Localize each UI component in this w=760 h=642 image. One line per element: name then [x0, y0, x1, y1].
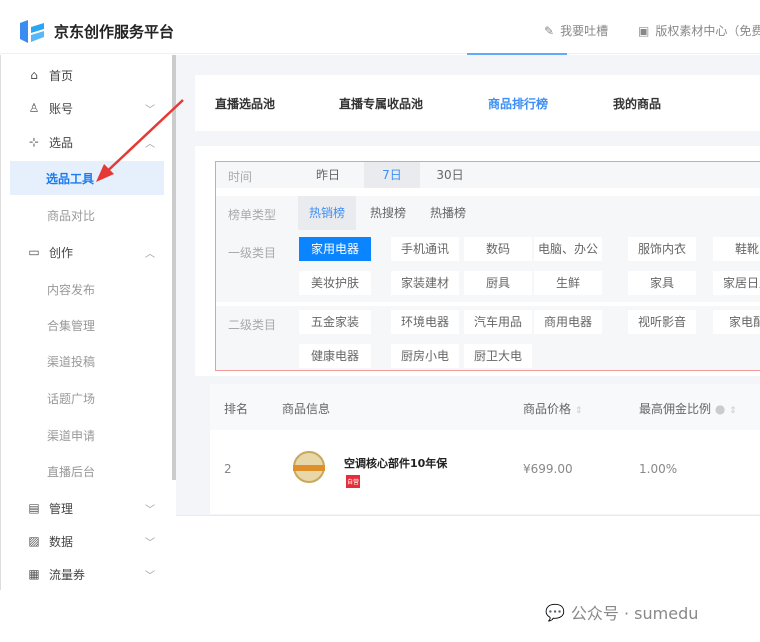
- chevron-down-icon[interactable]: ﹀: [145, 567, 155, 582]
- watermark-text: 公众号 · sumedu: [570, 604, 699, 623]
- sidebar-item-13[interactable]: ▨ 数据 ﹀: [1, 526, 173, 556]
- sidebar-item-label: 选品工具: [46, 171, 95, 186]
- brand-title: 京东创作服务平台: [54, 23, 175, 41]
- scan-icon: ⊹: [28, 135, 40, 149]
- image-icon: ▣: [638, 23, 650, 38]
- list-icon: ▤: [28, 501, 40, 515]
- feedback-label: 我要吐槽: [560, 24, 609, 38]
- sort-icon[interactable]: ⇕: [729, 406, 737, 416]
- sidebar-item-3[interactable]: 选品工具: [10, 161, 164, 195]
- sidebar-item-0[interactable]: ⌂ 首页: [1, 60, 173, 90]
- chevron-down-icon[interactable]: ﹀: [145, 534, 155, 549]
- tab-my-products[interactable]: 我的商品: [613, 95, 661, 112]
- sidebar-item-label: 商品对比: [47, 208, 96, 223]
- sidebar-item-1[interactable]: ♙ 账号 ﹀: [1, 93, 173, 123]
- sidebar-item-label: 流量券: [49, 567, 86, 582]
- chevron-down-icon[interactable]: ﹀: [145, 501, 155, 516]
- header: 京东创作服务平台 ✎ 我要吐槽 ▣ 版权素材中心（免费: [0, 0, 760, 54]
- sidebar-item-7[interactable]: 合集管理: [1, 310, 173, 340]
- header-commission[interactable]: 最高佣金比例 ● ⇕: [639, 400, 737, 417]
- product-thumbnail: [293, 451, 325, 483]
- price-cell: ¥699.00: [523, 462, 573, 476]
- sidebar-item-label: 首页: [49, 68, 74, 83]
- sidebar-item-5[interactable]: ▭ 创作 ︿: [1, 237, 173, 267]
- sidebar-item-4[interactable]: 商品对比: [1, 200, 173, 230]
- ranking-table: 排名 商品信息 商品价格 ⇕ 最高佣金比例 ● ⇕ 2 空调核心部件10年保 自…: [210, 384, 760, 514]
- header-price[interactable]: 商品价格 ⇕: [523, 400, 582, 417]
- table-header: 排名 商品信息 商品价格 ⇕ 最高佣金比例 ● ⇕: [210, 384, 760, 430]
- sidebar-item-9[interactable]: 话题广场: [1, 383, 173, 413]
- home-icon: ⌂: [30, 68, 38, 82]
- sidebar-item-label: 创作: [49, 245, 74, 260]
- folder-icon: ▭: [28, 245, 40, 259]
- pencil-icon: ✎: [544, 23, 555, 38]
- chevron-down-icon[interactable]: ﹀: [145, 101, 155, 116]
- bottom-panel: [176, 515, 760, 590]
- annotation-highlight-box: [215, 161, 760, 371]
- tab-live-exclusive-pool[interactable]: 直播专属收品池: [339, 95, 423, 112]
- sidebar-item-label: 数据: [49, 534, 74, 549]
- commission-header-label: 最高佣金比例: [639, 402, 712, 416]
- watermark: 💬 公众号 · sumedu: [545, 600, 698, 624]
- sidebar-item-label: 内容发布: [47, 282, 96, 297]
- sidebar-item-14[interactable]: ▦ 流量券 ﹀: [1, 559, 173, 589]
- help-icon[interactable]: ●: [715, 402, 725, 416]
- sidebar-item-label: 选品: [49, 135, 74, 150]
- commission-cell: 1.00%: [639, 462, 678, 476]
- feedback-link[interactable]: ✎ 我要吐槽: [544, 22, 608, 39]
- ticket-icon: ▦: [28, 567, 40, 581]
- active-tab-indicator: [467, 53, 567, 55]
- wechat-icon: 💬: [545, 602, 565, 622]
- sort-icon[interactable]: ⇕: [575, 406, 583, 416]
- sidebar-item-label: 话题广场: [47, 391, 96, 406]
- tab-live-pool[interactable]: 直播选品池: [215, 95, 275, 112]
- copyright-label: 版权素材中心（免费: [655, 24, 760, 38]
- sidebar-item-2[interactable]: ⊹ 选品 ︿: [1, 127, 173, 157]
- sidebar-item-8[interactable]: 渠道投稿: [1, 346, 173, 376]
- tab-bar: 直播选品池 直播专属收品池 商品排行榜 我的商品: [195, 75, 760, 131]
- chevron-up-icon[interactable]: ︿: [145, 245, 155, 260]
- sidebar: ⌂ 首页 ♙ 账号 ﹀ ⊹ 选品 ︿ 选品工具商品对比 ▭ 创作 ︿ 内容发布合集管理渠道投稿话题广场渠…: [0, 55, 172, 590]
- chevron-up-icon[interactable]: ︿: [145, 135, 155, 150]
- chart-icon: ▨: [28, 534, 40, 548]
- product-name[interactable]: 空调核心部件10年保: [344, 455, 447, 471]
- sidebar-item-label: 账号: [49, 101, 74, 116]
- header-product-info: 商品信息: [282, 402, 331, 416]
- self-operated-badge: 自营: [346, 475, 361, 488]
- sidebar-item-6[interactable]: 内容发布: [1, 274, 173, 304]
- sidebar-item-label: 合集管理: [47, 318, 96, 333]
- user-icon: ♙: [28, 101, 40, 115]
- sidebar-item-label: 渠道投稿: [47, 354, 96, 369]
- sidebar-item-label: 直播后台: [47, 464, 96, 479]
- sidebar-item-12[interactable]: ▤ 管理 ﹀: [1, 493, 173, 523]
- sidebar-item-11[interactable]: 直播后台: [1, 456, 173, 486]
- jd-logo-icon: [20, 20, 44, 43]
- price-header-label: 商品价格: [523, 402, 572, 416]
- sidebar-item-label: 渠道申请: [47, 428, 96, 443]
- header-rank: 排名: [224, 402, 249, 416]
- rank-cell: 2: [224, 462, 232, 476]
- copyright-center-link[interactable]: ▣ 版权素材中心（免费: [638, 22, 760, 39]
- tab-product-ranking[interactable]: 商品排行榜: [488, 95, 548, 112]
- sidebar-item-label: 管理: [49, 501, 74, 516]
- sidebar-item-10[interactable]: 渠道申请: [1, 420, 173, 450]
